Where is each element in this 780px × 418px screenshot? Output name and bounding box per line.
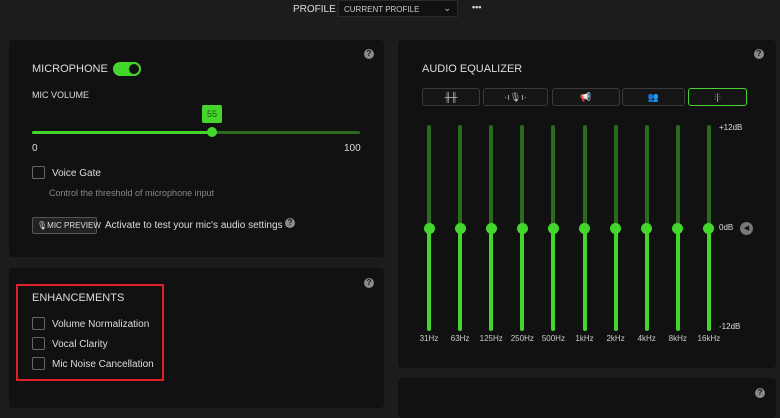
eq-band-handle[interactable]	[485, 222, 497, 234]
volume-normalization-checkbox[interactable]	[32, 317, 45, 330]
mic-preview-description: Activate to test your mic's audio settin…	[105, 220, 283, 231]
eq-band-handle[interactable]	[579, 222, 590, 234]
megaphone-icon: 📢	[580, 92, 592, 102]
eq-band-handle[interactable]	[547, 222, 559, 234]
eq-track[interactable]	[613, 125, 618, 228]
eq-track[interactable]	[582, 125, 587, 228]
eq-track[interactable]	[644, 125, 649, 228]
eq-preset-broadcast-button[interactable]: 📢	[552, 88, 620, 106]
eq-preset-default-button[interactable]: ╫╫	[422, 88, 480, 106]
eq-track-fill	[675, 228, 680, 331]
eq-track-fill	[613, 228, 618, 331]
slider-max: 100	[344, 143, 361, 154]
eq-band-handle[interactable]	[641, 222, 653, 234]
sliders-icon: ⫶|⫶	[714, 92, 721, 102]
mic-volume-value: 55	[202, 105, 222, 123]
vocal-clarity-label: Vocal Clarity	[52, 339, 108, 350]
mic-volume-label: MIC VOLUME	[32, 90, 90, 100]
help-icon[interactable]: ?	[754, 49, 764, 59]
slider-min: 0	[32, 143, 38, 154]
eq-track-fill	[582, 228, 587, 331]
eq-track-fill	[489, 228, 494, 331]
collapse-arrow-icon[interactable]: ◀	[740, 222, 753, 235]
profile-select[interactable]: CURRENT PROFILE ⌄	[338, 0, 458, 17]
voice-icon: ·ı🎙ı·	[504, 92, 527, 102]
eq-track[interactable]	[520, 125, 525, 228]
vocal-clarity-checkbox[interactable]	[32, 337, 45, 350]
enhancements-title: ENHANCEMENTS	[32, 292, 125, 304]
volume-normalization-label: Volume Normalization	[52, 319, 150, 330]
eq-track[interactable]	[489, 125, 494, 228]
scale-bottom: -12dB	[719, 322, 741, 331]
help-icon[interactable]: ?	[364, 49, 374, 59]
microphone-icon: 🎙	[37, 221, 48, 230]
microphone-title: MICROPHONE	[32, 63, 108, 75]
eq-track-fill	[706, 228, 711, 331]
profile-select-value: CURRENT PROFILE	[344, 5, 420, 14]
eq-track-fill	[427, 228, 431, 331]
eq-track-fill	[458, 228, 463, 331]
eq-band-handle[interactable]	[454, 222, 466, 234]
chevron-down-icon: ⌄	[443, 3, 451, 13]
eq-preset-voice-button[interactable]: ·ı🎙ı·	[483, 88, 548, 106]
users-icon: 👥	[647, 92, 660, 102]
help-icon[interactable]: ?	[285, 218, 295, 228]
mic-noise-cancellation-label: Mic Noise Cancellation	[52, 359, 154, 370]
voice-gate-checkbox[interactable]	[32, 166, 45, 179]
mic-preview-button[interactable]: 🎙MIC PREVIEW	[32, 217, 101, 234]
eq-track[interactable]	[427, 125, 431, 228]
eq-track[interactable]	[675, 125, 680, 228]
equalizer-bars-icon: ╫╫	[444, 92, 458, 102]
profile-label: PROFILE	[293, 4, 336, 15]
mic-volume-slider[interactable]	[32, 127, 360, 137]
microphone-toggle[interactable]	[113, 62, 141, 76]
lower-panel	[398, 378, 776, 418]
eq-track-fill	[520, 228, 525, 331]
voice-gate-description: Control the threshold of microphone inpu…	[49, 188, 215, 198]
more-options-button[interactable]: •••	[472, 2, 481, 12]
eq-band-handle[interactable]	[516, 222, 528, 234]
eq-track[interactable]	[551, 125, 556, 228]
eq-track[interactable]	[458, 125, 463, 228]
eq-band-handle[interactable]	[672, 222, 684, 234]
voice-gate-label: Voice Gate	[52, 168, 101, 179]
scale-mid: 0dB	[719, 223, 734, 232]
mic-noise-cancellation-checkbox[interactable]	[32, 357, 45, 370]
eq-band-label: 16kHz	[697, 334, 721, 343]
eq-band-handle[interactable]	[703, 222, 715, 234]
eq-track-fill	[644, 228, 649, 331]
eq-track-fill	[551, 228, 556, 331]
eq-band-handle[interactable]	[423, 222, 435, 234]
eq-preset-group-button[interactable]: 👥	[622, 88, 685, 106]
eq-preset-custom-button[interactable]: ⫶|⫶	[688, 88, 747, 106]
help-icon[interactable]: ?	[364, 278, 374, 288]
equalizer-title: AUDIO EQUALIZER	[422, 63, 523, 75]
eq-track[interactable]	[706, 125, 711, 228]
eq-band-handle[interactable]	[610, 222, 622, 234]
help-icon[interactable]: ?	[755, 388, 765, 398]
scale-top: +12dB	[719, 123, 743, 132]
